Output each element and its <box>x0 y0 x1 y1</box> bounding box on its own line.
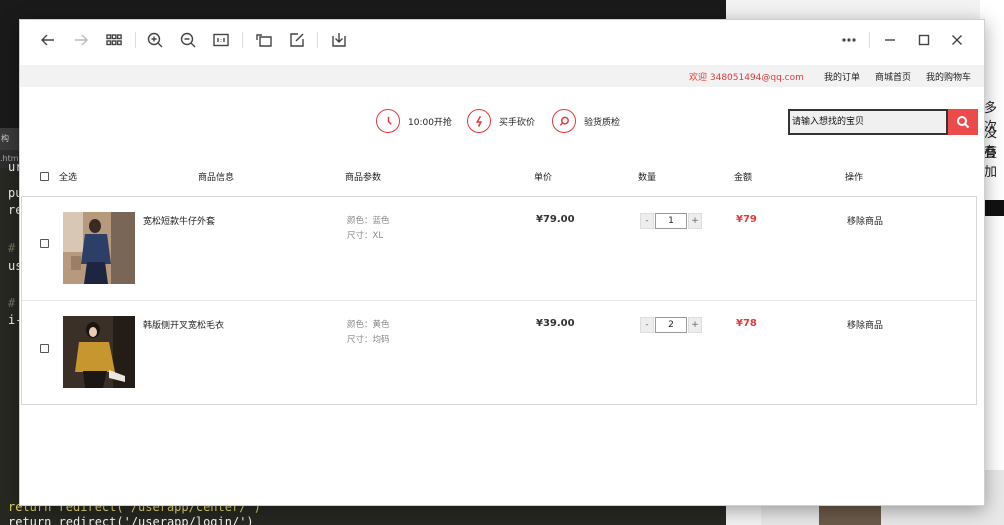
item-checkbox[interactable] <box>40 344 49 353</box>
zoom-out-icon[interactable] <box>177 29 199 51</box>
edit-icon[interactable] <box>286 29 308 51</box>
feature-bargain: 买手砍价 <box>467 108 535 134</box>
quantity-input[interactable]: 1 <box>655 213 687 229</box>
cart-table-header: 全选 商品信息 商品参数 单价 数量 金额 操作 <box>20 165 984 187</box>
header-amount: 金额 <box>734 173 753 183</box>
increase-button[interactable]: + <box>688 213 702 229</box>
search-button[interactable] <box>948 109 978 135</box>
product-size: 尺寸：均码 <box>347 335 390 345</box>
code-comment-line: # <box>8 241 16 255</box>
search-icon <box>957 116 970 129</box>
header-action: 操作 <box>845 173 864 183</box>
editor-menu-tab[interactable]: 构(H) <box>0 128 20 150</box>
header-quantity: 数量 <box>638 173 657 183</box>
site-topbar: 欢迎 348051494@qq.com 我的订单 商城首页 我的购物车 <box>20 65 984 87</box>
maximize-icon[interactable] <box>913 29 935 51</box>
quantity-stepper: - 1 + <box>640 213 702 229</box>
viewer-toolbar <box>20 20 984 60</box>
cart-page: 欢迎 348051494@qq.com 我的订单 商城首页 我的购物车 10:0… <box>20 65 984 505</box>
my-orders-link[interactable]: 我的订单 <box>824 70 860 83</box>
product-size: 尺寸：XL <box>347 231 384 241</box>
feature-label: 10:00开抢 <box>408 117 452 128</box>
toolbar-divider <box>869 32 870 48</box>
feature-label: 验货质检 <box>584 117 621 128</box>
actual-size-icon[interactable] <box>210 29 232 51</box>
remove-item-button[interactable]: 移除商品 <box>847 318 883 331</box>
remove-item-button[interactable]: 移除商品 <box>847 214 883 227</box>
image-viewer-window: 欢迎 348051494@qq.com 我的订单 商城首页 我的购物车 10:0… <box>19 19 985 506</box>
header-product-info: 商品信息 <box>198 173 235 183</box>
magnifier-icon <box>552 109 576 133</box>
toolbar-divider <box>135 32 136 48</box>
save-download-icon[interactable] <box>328 29 350 51</box>
product-name[interactable]: 韩版侧开叉宽松毛衣 <box>143 318 224 331</box>
right-snippet: 叠加 <box>984 146 998 180</box>
feature-label: 买手砍价 <box>499 117 536 128</box>
cart-items: 宽松短款牛仔外套 颜色：蓝色 尺寸：XL ¥79.00 - 1 + ¥79 移除… <box>21 196 977 405</box>
grid-view-icon[interactable] <box>103 29 125 51</box>
close-icon[interactable] <box>946 29 968 51</box>
unit-price: ¥79.00 <box>536 214 575 225</box>
product-name[interactable]: 宽松短款牛仔外套 <box>143 214 215 227</box>
toolbar-divider <box>317 32 318 48</box>
code-line: return redirect('/userapp/login/') <box>8 515 254 525</box>
unit-price: ¥39.00 <box>536 318 575 329</box>
product-image-sweater[interactable] <box>63 316 135 388</box>
clock-icon <box>376 109 400 133</box>
welcome-user[interactable]: 欢迎 348051494@qq.com <box>689 70 804 83</box>
quantity-input[interactable]: 2 <box>655 317 687 333</box>
decrease-button[interactable]: - <box>640 213 654 229</box>
product-color: 颜色：蓝色 <box>347 216 390 226</box>
my-cart-link[interactable]: 我的购物车 <box>926 70 971 83</box>
lightning-icon <box>467 109 491 133</box>
item-total: ¥79 <box>736 214 757 225</box>
code-comment-line: # <box>8 296 16 310</box>
search-input[interactable]: 请输入想找的宝贝 <box>788 109 948 135</box>
select-all-checkbox[interactable] <box>40 172 49 181</box>
back-arrow-icon[interactable] <box>37 29 59 51</box>
feature-inspection: 验货质检 <box>552 108 620 134</box>
header-unit-price: 单价 <box>534 173 553 183</box>
product-color: 颜色：黄色 <box>347 320 390 330</box>
zoom-in-icon[interactable] <box>144 29 166 51</box>
item-total: ¥78 <box>736 318 757 329</box>
item-checkbox[interactable] <box>40 239 49 248</box>
feature-flash-sale: 10:00开抢 <box>376 108 452 134</box>
right-thumbnail <box>819 505 881 525</box>
quantity-stepper: - 2 + <box>640 317 702 333</box>
product-image-denim-jacket[interactable] <box>63 212 135 284</box>
decrease-button[interactable]: - <box>640 317 654 333</box>
cart-row: 韩版侧开叉宽松毛衣 颜色：黄色 尺寸：均码 ¥39.00 - 2 + ¥78 移… <box>22 300 976 403</box>
minimize-icon[interactable] <box>879 29 901 51</box>
forward-arrow-icon[interactable] <box>70 29 92 51</box>
header-product-params: 商品参数 <box>345 173 382 183</box>
increase-button[interactable]: + <box>688 317 702 333</box>
select-all-label: 全选 <box>59 173 78 183</box>
more-options-icon[interactable] <box>838 29 860 51</box>
mall-home-link[interactable]: 商城首页 <box>875 70 911 83</box>
cart-row: 宽松短款牛仔外套 颜色：蓝色 尺寸：XL ¥79.00 - 1 + ¥79 移除… <box>22 197 976 300</box>
toolbar-divider <box>242 32 243 48</box>
rotate-icon[interactable] <box>253 29 275 51</box>
